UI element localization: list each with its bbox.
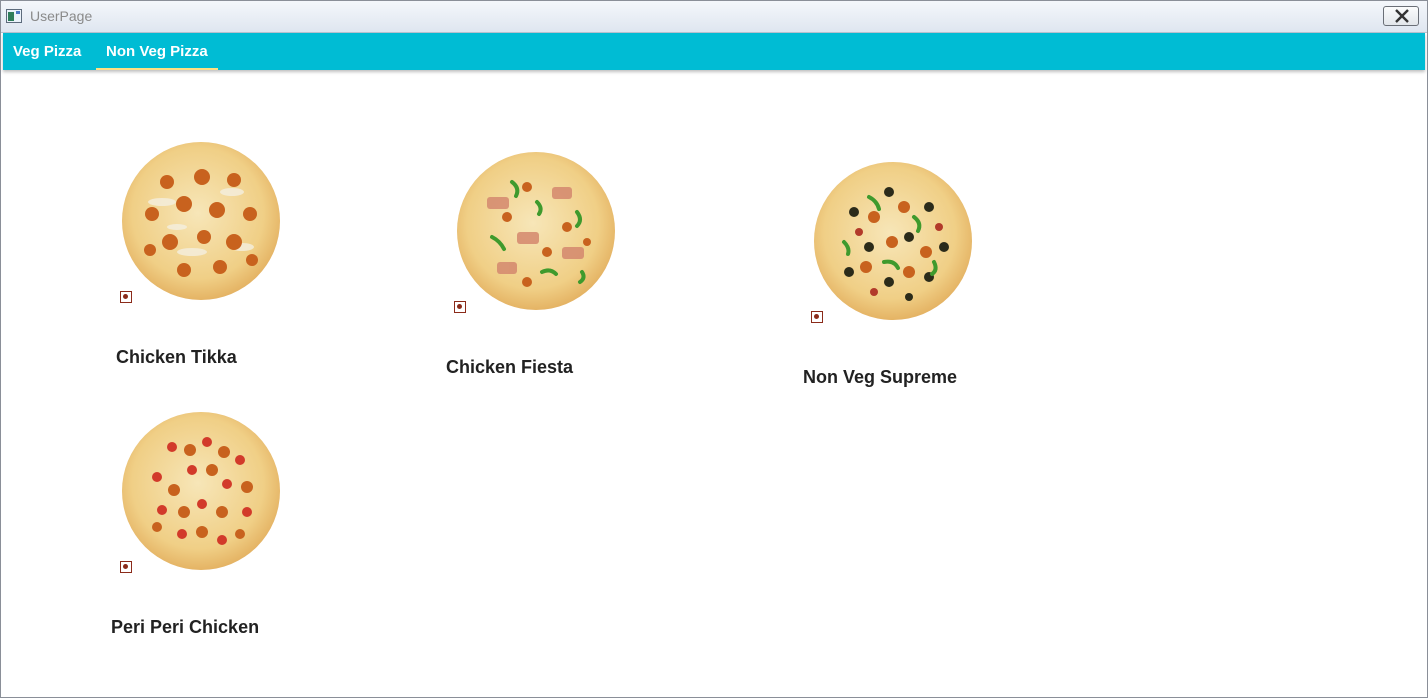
tab-veg-pizza[interactable]: Veg Pizza [3,33,91,70]
pizza-name-non-veg-supreme: Non Veg Supreme [803,367,958,387]
pizza-toppings [487,180,591,287]
pizza-name-chicken-tikka: Chicken Tikka [116,347,237,367]
pizza-image-peri-peri-chicken[interactable] [122,412,280,570]
tab-bar: Veg Pizza Non Veg Pizza [3,33,1425,70]
pizza-toppings [842,187,949,301]
pizza-name-chicken-fiesta: Chicken Fiesta [446,357,574,377]
pizza-image-chicken-fiesta[interactable] [457,152,615,310]
non-veg-icon [120,291,132,303]
non-veg-icon [454,301,466,313]
tab-non-veg-pizza[interactable]: Non Veg Pizza [96,33,218,70]
pizza-name-peri-peri-chicken: Peri Peri Chicken [111,617,260,637]
pizza-toppings [152,437,253,545]
pizza-image-chicken-tikka[interactable] [122,142,280,300]
pizza-image-non-veg-supreme[interactable] [814,162,972,320]
app-icon [6,9,22,23]
window-title: UserPage [30,8,93,24]
title-bar: UserPage [1,1,1427,33]
non-veg-icon [811,311,823,323]
non-veg-icon [120,561,132,573]
close-icon [1395,9,1409,23]
close-button[interactable] [1383,6,1419,26]
app-window: UserPage Veg Pizza Non Veg Pizza Chicken… [0,0,1428,698]
pizza-toppings [144,169,258,277]
